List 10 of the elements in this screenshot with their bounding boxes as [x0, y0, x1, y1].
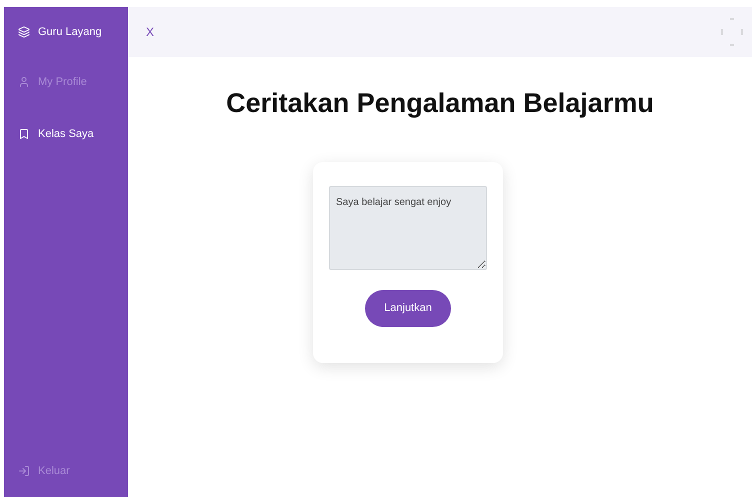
- story-field[interactable]: Saya belajar sengat enjoy: [329, 186, 487, 270]
- continue-button[interactable]: Lanjutkan: [365, 290, 451, 326]
- layers-icon: [18, 26, 30, 38]
- exit-icon: [18, 464, 30, 477]
- page-title: Ceritakan Pengalaman Belajarmu: [225, 87, 655, 120]
- brand-name: Guru Layang: [38, 24, 102, 40]
- bookmark-icon: [18, 128, 30, 140]
- sidebar-item[interactable]: Kelas Saya: [1, 121, 128, 147]
- user-icon: [18, 76, 30, 88]
- close-button[interactable]: X: [146, 23, 154, 41]
